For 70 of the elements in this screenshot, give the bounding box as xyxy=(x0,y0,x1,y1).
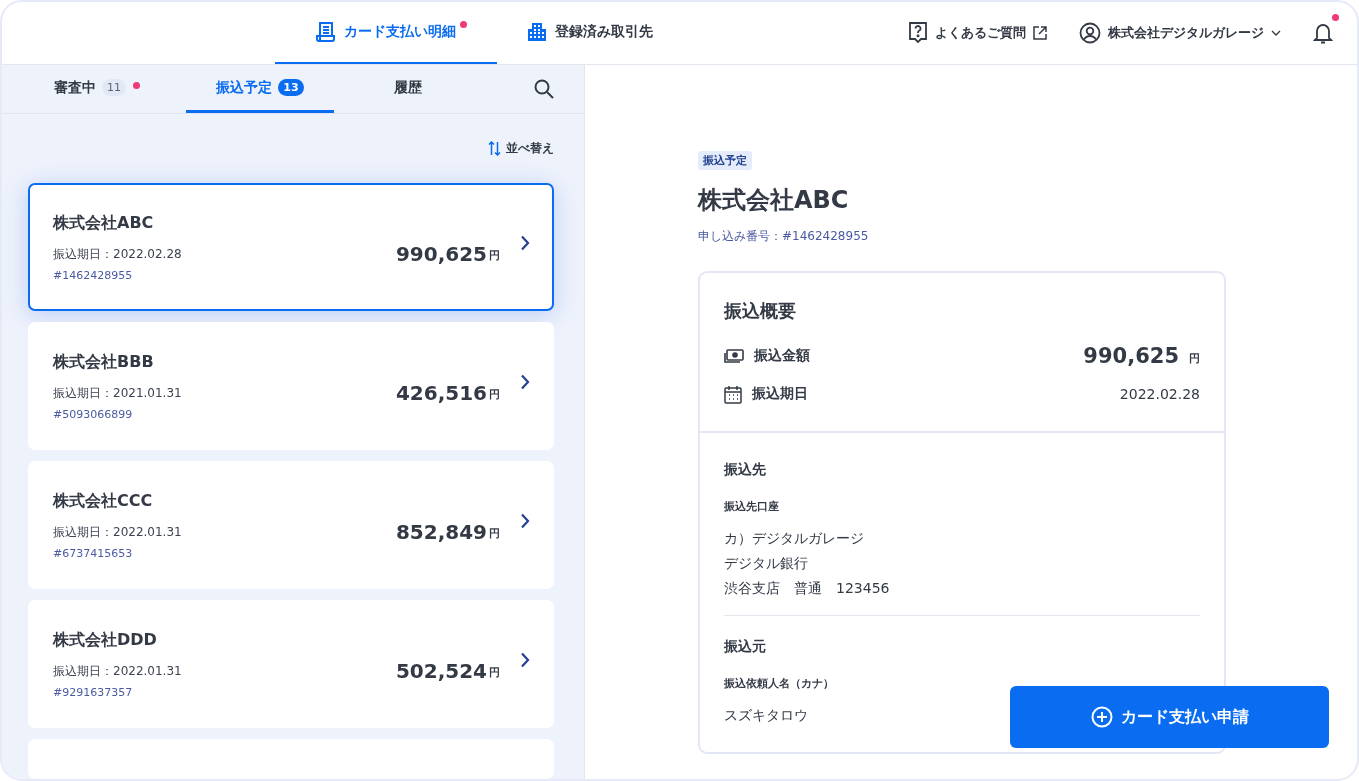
tab-label: 審査中 xyxy=(54,78,96,97)
chevron-down-icon xyxy=(1271,30,1281,36)
currency-unit: 円 xyxy=(489,386,500,402)
money-icon xyxy=(724,349,744,363)
payment-card[interactable]: 株式会社BBB 振込期日：2021.01.31 #5093066899 426,516 円 xyxy=(28,322,554,450)
external-link-icon xyxy=(1033,26,1047,40)
count-badge: 13 xyxy=(278,79,304,96)
chevron-right-icon xyxy=(520,652,530,668)
payment-card[interactable]: 株式会社CCC 振込期日：2022.01.31 #6737415653 852,849 円 xyxy=(28,461,554,589)
receipt-icon xyxy=(316,21,336,43)
section-heading: 振込元 xyxy=(724,638,766,656)
application-number: #9291637357 xyxy=(53,685,134,699)
chevron-right-icon xyxy=(520,374,530,390)
building-icon xyxy=(527,22,547,42)
currency-unit: 円 xyxy=(489,247,500,263)
company-name: 株式会社BBB xyxy=(53,351,155,373)
plus-circle-icon xyxy=(1090,706,1113,728)
account-line: デジタル銀行 xyxy=(724,554,808,573)
chevron-right-icon xyxy=(520,513,530,529)
amount: 990,625 xyxy=(1083,344,1179,368)
tab-label: 振込予定 xyxy=(216,78,273,97)
faq-link[interactable]: よくあるご質問 xyxy=(908,21,1047,45)
due-date: 振込期日：2022.02.28 xyxy=(53,245,183,263)
due-date: 振込期日：2022.01.31 xyxy=(53,523,183,541)
field-label: 振込金額 xyxy=(754,347,811,365)
currency-unit: 円 xyxy=(1189,351,1200,366)
help-icon xyxy=(908,21,928,45)
currency-unit: 円 xyxy=(489,664,500,680)
currency-unit: 円 xyxy=(489,525,500,541)
due-date: 振込期日：2021.01.31 xyxy=(53,384,183,402)
company-name: 株式会社DDD xyxy=(53,629,158,651)
calendar-icon xyxy=(724,384,742,404)
account-menu[interactable]: 株式会社デジタルガレージ xyxy=(1079,22,1281,44)
field-label: 振込依頼人名（カナ） xyxy=(724,676,834,691)
card-payment-request-button[interactable]: カード支払い申請 xyxy=(1010,686,1329,748)
amount: 426,516 xyxy=(395,381,487,405)
field-value: 2022.02.28 xyxy=(1119,386,1200,402)
application-number: #6737415653 xyxy=(53,546,134,560)
sort-button[interactable]: 並べ替え xyxy=(488,140,554,157)
account-line: カ）デジタルガレージ xyxy=(724,529,864,548)
account-line: 渋谷支店 普通 123456 xyxy=(724,579,890,598)
due-date: 振込期日：2022.01.31 xyxy=(53,662,183,680)
amount: 852,849 xyxy=(395,520,487,544)
company-name: 株式会社ABC xyxy=(53,212,155,234)
count-badge: 11 xyxy=(102,79,126,96)
nav-tab[interactable]: 登録済み取引先 xyxy=(497,2,683,64)
field-label: 振込期日 xyxy=(752,385,809,403)
section-heading: 振込概要 xyxy=(724,299,797,323)
field-value: スズキタロウ xyxy=(724,706,808,725)
amount: 502,524 xyxy=(395,659,487,683)
amount: 990,625 xyxy=(395,242,487,266)
detail-title: 株式会社ABC xyxy=(698,185,849,216)
payment-card[interactable]: 株式会社DDD 振込期日：2022.01.31 #9291637357 502,524 円 xyxy=(28,600,554,728)
filter-tab[interactable]: 審査中 11 xyxy=(38,65,186,113)
chevron-right-icon xyxy=(520,235,530,251)
application-number: 申し込み番号：#1462428955 xyxy=(698,228,869,245)
filter-tab[interactable]: 履歴 xyxy=(334,65,482,113)
section-heading: 振込先 xyxy=(724,461,766,479)
user-icon xyxy=(1079,22,1101,44)
status-badge: 振込予定 xyxy=(698,151,752,170)
search-icon xyxy=(534,79,554,99)
payment-card[interactable]: 株式会社ABC 振込期日：2022.02.28 #1462428955 990,625 円 xyxy=(28,183,554,311)
application-number: #5093066899 xyxy=(53,407,134,421)
application-number: #1462428955 xyxy=(53,268,134,282)
tab-label: 履歴 xyxy=(394,78,422,97)
sort-icon xyxy=(488,141,501,156)
filter-tab[interactable]: 振込予定 13 xyxy=(186,65,334,113)
field-label: 振込先口座 xyxy=(724,499,779,514)
bell-icon xyxy=(1313,22,1333,44)
company-name: 株式会社CCC xyxy=(53,490,154,512)
